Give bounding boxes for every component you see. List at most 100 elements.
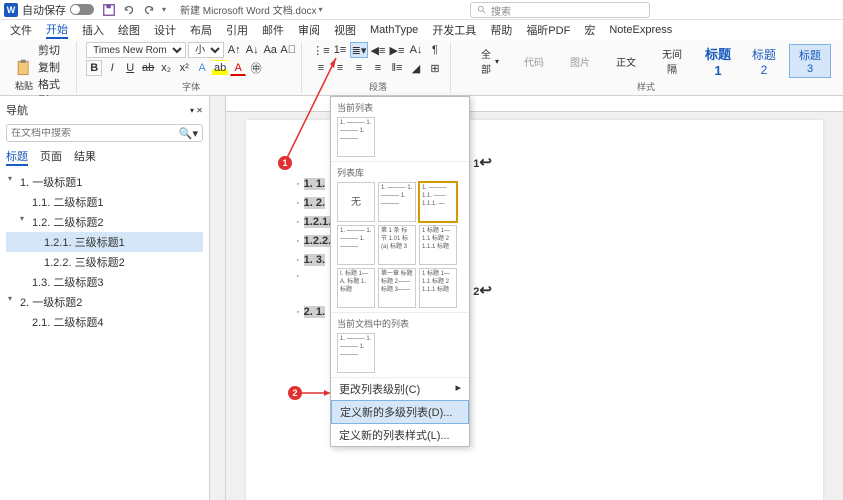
search-box[interactable]: 搜索: [470, 2, 650, 18]
undo-icon[interactable]: [122, 3, 136, 17]
strike-icon[interactable]: ab: [140, 60, 156, 76]
line-spacing-icon[interactable]: ‖≡: [388, 60, 406, 76]
style-h3[interactable]: 标题 3: [789, 44, 831, 78]
increase-indent-icon[interactable]: ▶≡: [388, 42, 406, 58]
numbering-icon[interactable]: 1≡: [331, 42, 349, 58]
tab-foxit[interactable]: 福昕PDF: [526, 22, 570, 38]
save-icon[interactable]: [102, 3, 116, 17]
style-normal[interactable]: 正文: [605, 52, 647, 71]
style-nospace[interactable]: 无间隔: [651, 44, 693, 78]
list-thumb[interactable]: 第一章 标题 标题 2—— 标题 3——: [378, 268, 416, 308]
cut-button[interactable]: 剪切: [38, 42, 70, 58]
nav-tab-results[interactable]: 结果: [74, 148, 96, 166]
ribbon: 粘贴 剪切 复制 格式刷 剪贴板 Times New Roman 小四 A↑ A…: [0, 40, 843, 96]
italic-icon[interactable]: I: [104, 60, 120, 76]
clear-format-icon[interactable]: A⃠: [280, 42, 296, 58]
tab-mathtype[interactable]: MathType: [370, 24, 418, 36]
style-image[interactable]: 图片: [559, 52, 601, 71]
font-name-select[interactable]: Times New Roman: [86, 42, 186, 58]
copy-button[interactable]: 复制: [38, 59, 70, 75]
tab-home[interactable]: 开始: [46, 21, 68, 39]
nav-tree-item[interactable]: 1.3. 二级标题3: [6, 272, 203, 292]
paste-button[interactable]: 粘贴: [12, 56, 36, 94]
tab-noteexpress[interactable]: NoteExpress: [609, 24, 672, 36]
style-h2[interactable]: 标题 2: [743, 44, 785, 79]
search-icon: [477, 5, 487, 15]
tab-review[interactable]: 审阅: [298, 22, 320, 38]
list-thumb[interactable]: 1. ——— 1. ——— 1. ———: [337, 225, 375, 265]
style-code[interactable]: 代码: [513, 52, 555, 71]
list-thumb[interactable]: 1 标题 1— 1.1 标题 2 1.1.1 标题: [419, 268, 457, 308]
tab-help[interactable]: 帮助: [490, 22, 512, 38]
sort-icon[interactable]: A↓: [407, 42, 425, 58]
justify-icon[interactable]: ≡: [369, 60, 387, 76]
tab-insert[interactable]: 插入: [82, 22, 104, 38]
subscript-icon[interactable]: x₂: [158, 60, 174, 76]
grow-font-icon[interactable]: A↑: [226, 42, 242, 58]
nav-tree-item[interactable]: 2.1. 二级标题4: [6, 312, 203, 332]
menu-change-level[interactable]: 更改列表级别(C)▸: [331, 378, 469, 400]
change-case-icon[interactable]: Aa: [262, 42, 278, 58]
list-thumb[interactable]: 1 标题 1— 1.1 标题 2 1.1.1 标题: [419, 225, 457, 265]
underline-icon[interactable]: U: [122, 60, 138, 76]
tab-design[interactable]: 设计: [154, 22, 176, 38]
autosave-toggle[interactable]: 自动保存: [22, 2, 94, 18]
nav-tree-item[interactable]: 2. 一级标题2: [6, 292, 203, 312]
highlight-icon[interactable]: ab: [212, 60, 228, 76]
font-color-icon[interactable]: A: [230, 60, 246, 76]
list-thumb[interactable]: 1. ——— 1.1. —— 1.1.1. —: [419, 182, 457, 222]
style-h1[interactable]: 标题 1: [697, 42, 739, 80]
shrink-font-icon[interactable]: A↓: [244, 42, 260, 58]
align-left-icon[interactable]: ≡: [312, 60, 330, 76]
toggle-switch[interactable]: [70, 4, 94, 15]
nav-tree-item[interactable]: 1. 一级标题1: [6, 172, 203, 192]
all-styles[interactable]: 全部: [481, 46, 491, 76]
bold-icon[interactable]: B: [86, 60, 102, 76]
menu-define-liststyle[interactable]: 定义新的列表样式(L)...: [331, 424, 469, 446]
list-thumb[interactable]: 1. ——— 1. ——— 1. ———: [378, 182, 416, 222]
menu-define-multilevel[interactable]: 定义新的多级列表(D)...: [331, 400, 469, 424]
nav-tree-item[interactable]: 1.2.1. 三级标题1: [6, 232, 203, 252]
list-thumb-current[interactable]: 1. ——— 1. ——— 1. ———: [337, 117, 375, 157]
group-styles: 全部▾ 代码 图片 正文 无间隔 标题 1 标题 2 标题 3 样式: [455, 42, 837, 93]
nav-tab-headings[interactable]: 标题: [6, 148, 28, 166]
bullets-icon[interactable]: ⋮≡: [312, 42, 330, 58]
show-marks-icon[interactable]: ¶: [426, 42, 444, 58]
vertical-ruler: [210, 96, 226, 500]
nav-dropdown-icon[interactable]: ▾ ✕: [190, 106, 203, 115]
popup-sec-library: 列表库: [337, 166, 463, 179]
tab-mailings[interactable]: 邮件: [262, 22, 284, 38]
nav-tab-pages[interactable]: 页面: [40, 148, 62, 166]
list-thumb[interactable]: I. 标题 1— A. 标题 1. 标题: [337, 268, 375, 308]
decrease-indent-icon[interactable]: ◀≡: [369, 42, 387, 58]
navigation-pane: 导航 ▾ ✕ 🔍▾ 标题 页面 结果 1. 一级标题11.1. 二级标题11.2…: [0, 96, 210, 500]
list-thumb[interactable]: 第 1 条 标 节 1.01 标 (a) 标题 3: [378, 225, 416, 265]
nav-tree-item[interactable]: 1.2.2. 三级标题2: [6, 252, 203, 272]
list-thumb[interactable]: 1. ——— 1. ——— 1. ———: [337, 333, 375, 373]
text-effects-icon[interactable]: A: [194, 60, 210, 76]
list-thumb-none[interactable]: 无: [337, 182, 375, 222]
nav-search-box[interactable]: 🔍▾: [6, 124, 203, 142]
borders-icon[interactable]: ⊞: [426, 60, 444, 76]
tab-references[interactable]: 引用: [226, 22, 248, 38]
enclose-icon[interactable]: ㊥: [248, 60, 264, 76]
chevron-right-icon: ▸: [455, 381, 461, 397]
tab-developer[interactable]: 开发工具: [432, 22, 476, 38]
font-size-select[interactable]: 小四: [188, 42, 224, 58]
multilevel-list-icon[interactable]: ≣▾: [350, 42, 368, 58]
nav-tree-item[interactable]: 1.1. 二级标题1: [6, 192, 203, 212]
tab-view[interactable]: 视图: [334, 22, 356, 38]
popup-sec-current: 当前列表: [337, 101, 463, 114]
redo-icon[interactable]: [142, 3, 156, 17]
tab-layout[interactable]: 布局: [190, 22, 212, 38]
horizontal-ruler: [226, 96, 843, 112]
align-center-icon[interactable]: ≡: [331, 60, 349, 76]
tab-macro[interactable]: 宏: [584, 22, 595, 38]
tab-draw[interactable]: 绘图: [118, 22, 140, 38]
superscript-icon[interactable]: x²: [176, 60, 192, 76]
shading-icon[interactable]: ◢: [407, 60, 425, 76]
nav-tree-item[interactable]: 1.2. 二级标题2: [6, 212, 203, 232]
tab-file[interactable]: 文件: [10, 22, 32, 38]
align-right-icon[interactable]: ≡: [350, 60, 368, 76]
qat-dropdown-icon[interactable]: ▾: [162, 5, 166, 14]
